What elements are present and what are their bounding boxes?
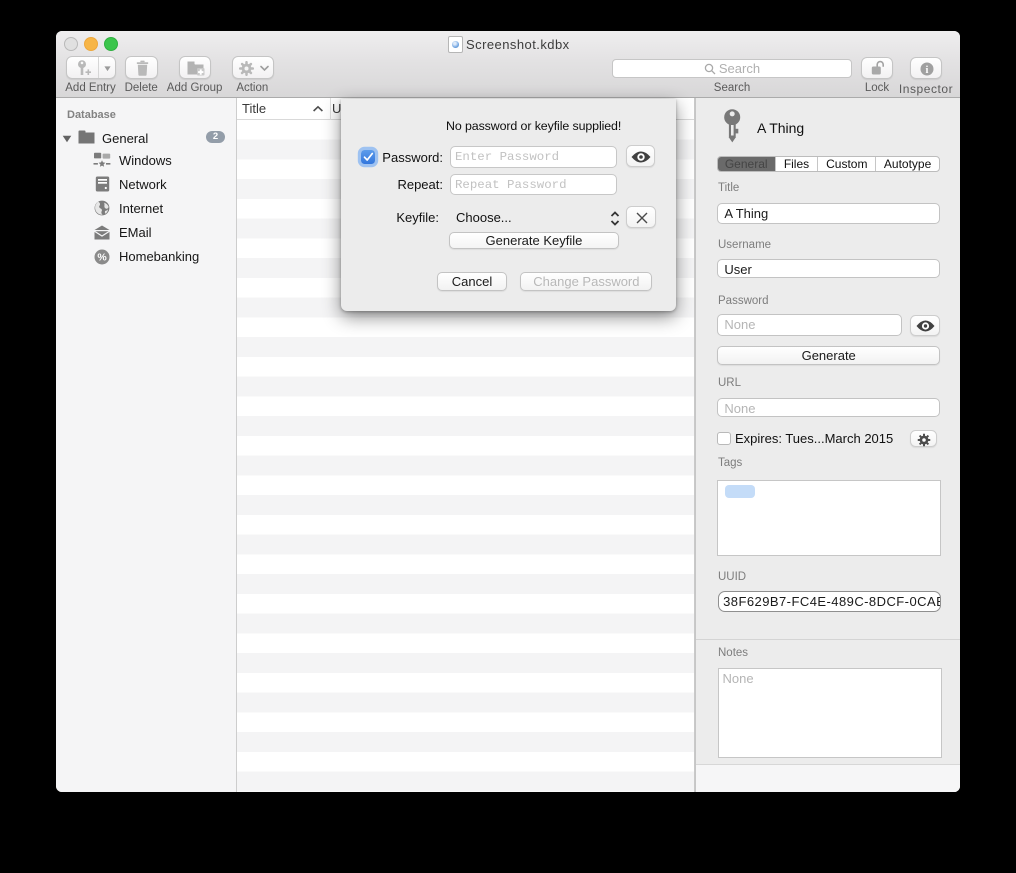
- svg-text:%: %: [97, 251, 107, 263]
- svg-text:i: i: [925, 64, 928, 75]
